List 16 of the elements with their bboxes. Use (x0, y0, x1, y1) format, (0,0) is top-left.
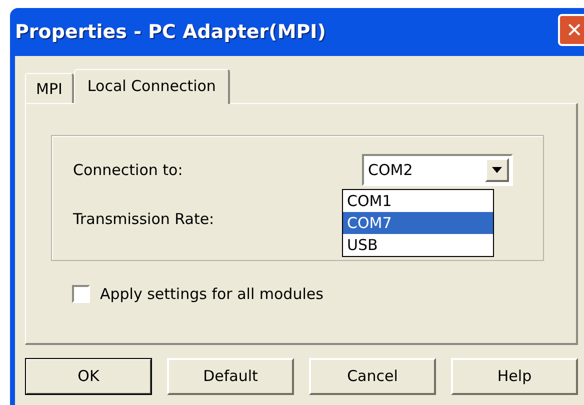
connection-dropdown[interactable]: COM2 (362, 154, 513, 186)
tab[interactable]: Local Connection (74, 69, 230, 104)
close-button[interactable]: ✕ (558, 14, 584, 46)
dropdown-option[interactable]: USB (343, 234, 493, 256)
dialog-button[interactable]: Help (451, 358, 578, 395)
dialog-button[interactable]: OK (25, 358, 152, 395)
field-label: Connection to: (73, 160, 183, 181)
checkbox-label[interactable]: Apply settings for all modules (100, 283, 324, 306)
dialog-button[interactable]: Cancel (309, 358, 436, 395)
dropdown-option[interactable]: COM1 (343, 190, 493, 212)
window-title: Properties - PC Adapter(MPI) (15, 20, 326, 45)
field-label: Transmission Rate: (73, 208, 214, 230)
checkbox[interactable] (72, 285, 90, 304)
dialog-button[interactable]: Default (167, 358, 294, 395)
tab[interactable]: MPI (25, 73, 74, 103)
dropdown-option[interactable]: COM7 (343, 212, 493, 234)
